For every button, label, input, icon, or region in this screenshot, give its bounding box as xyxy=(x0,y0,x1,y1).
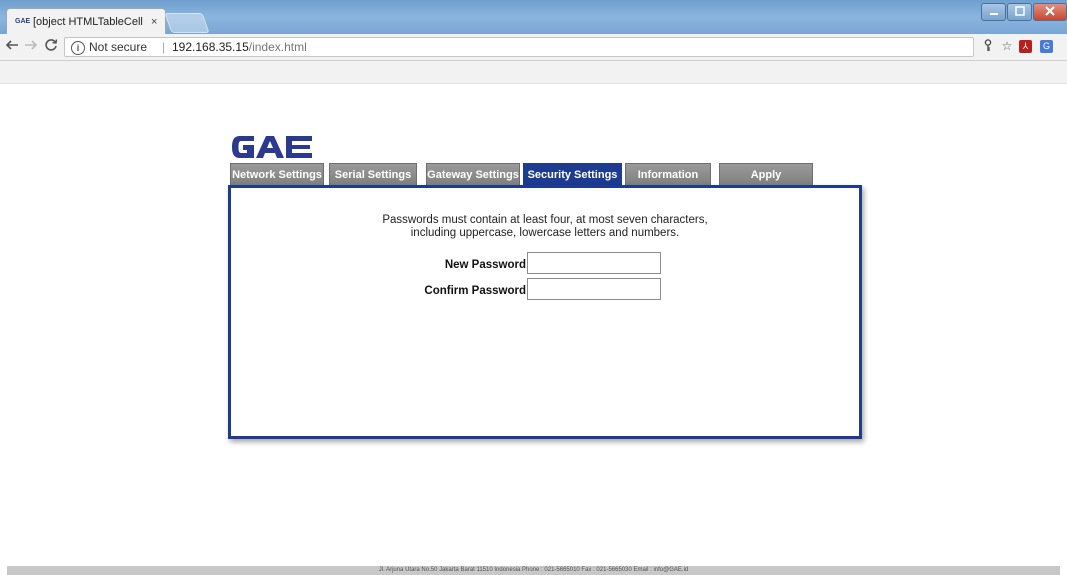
confirm-password-field[interactable] xyxy=(527,278,661,300)
new-password-label: New Password xyxy=(444,259,526,271)
page-footer: Jl. Arjuna Utara No.50 Jakarta Barat 115… xyxy=(7,566,1060,575)
new-tab-button[interactable] xyxy=(164,13,210,33)
translate-icon[interactable]: G xyxy=(1040,40,1053,53)
confirm-password-label: Confirm Password xyxy=(424,285,526,297)
back-icon xyxy=(5,40,18,50)
back-button[interactable] xyxy=(3,38,21,56)
bookmark-bar xyxy=(0,61,1067,84)
tab-close-icon[interactable]: × xyxy=(151,15,157,29)
password-requirements-line1: Passwords must contain at least four, at… xyxy=(382,214,708,226)
url-separator: | xyxy=(162,40,166,54)
minimize-button[interactable] xyxy=(981,3,1006,21)
tab-gateway-settings[interactable]: Gateway Settings xyxy=(426,163,520,185)
key-icon[interactable] xyxy=(981,39,995,53)
maximize-icon xyxy=(1014,6,1025,16)
gae-logo xyxy=(232,136,312,158)
maximize-button[interactable] xyxy=(1007,3,1032,21)
password-requirements: Passwords must contain at least four, at… xyxy=(231,214,859,240)
reload-button[interactable] xyxy=(42,38,60,56)
forward-icon xyxy=(25,40,38,50)
url-host: 192.168.35.15 xyxy=(172,40,249,54)
new-password-field[interactable] xyxy=(527,252,661,274)
url-text[interactable]: 192.168.35.15/index.html xyxy=(172,40,307,54)
browser-tab[interactable]: GAE [object HTMLTableCellEl × xyxy=(6,8,166,35)
tab-network-settings[interactable]: Network Settings xyxy=(230,163,324,185)
close-icon xyxy=(1045,6,1055,16)
password-requirements-line2: including uppercase, lowercase letters a… xyxy=(410,227,680,239)
tab-title: [object HTMLTableCellEl xyxy=(33,16,143,28)
star-icon[interactable]: ☆ xyxy=(1000,39,1014,53)
browser-toolbar: i Not secure | 192.168.35.15/index.html … xyxy=(0,34,1067,61)
pdf-icon[interactable]: ⅄ xyxy=(1019,40,1032,53)
tab-information[interactable]: Information xyxy=(625,163,711,185)
close-window-button[interactable] xyxy=(1033,3,1067,21)
tab-security-settings[interactable]: Security Settings xyxy=(523,163,622,185)
security-settings-panel: Passwords must contain at least four, at… xyxy=(228,185,862,439)
reload-icon xyxy=(45,39,58,51)
minimize-icon xyxy=(989,13,998,15)
info-icon[interactable]: i xyxy=(71,41,85,55)
security-status: Not secure xyxy=(89,40,148,54)
address-bar[interactable]: i Not secure | 192.168.35.15/index.html xyxy=(64,37,974,57)
key-glyph-icon xyxy=(984,39,992,51)
url-path: /index.html xyxy=(248,40,307,54)
window-titlebar: GAE [object HTMLTableCellEl × xyxy=(0,0,1067,35)
tab-apply[interactable]: Apply xyxy=(719,163,813,185)
tab-serial-settings[interactable]: Serial Settings xyxy=(329,163,417,185)
site-favicon-icon: GAE xyxy=(15,18,31,25)
forward-button[interactable] xyxy=(22,38,40,56)
